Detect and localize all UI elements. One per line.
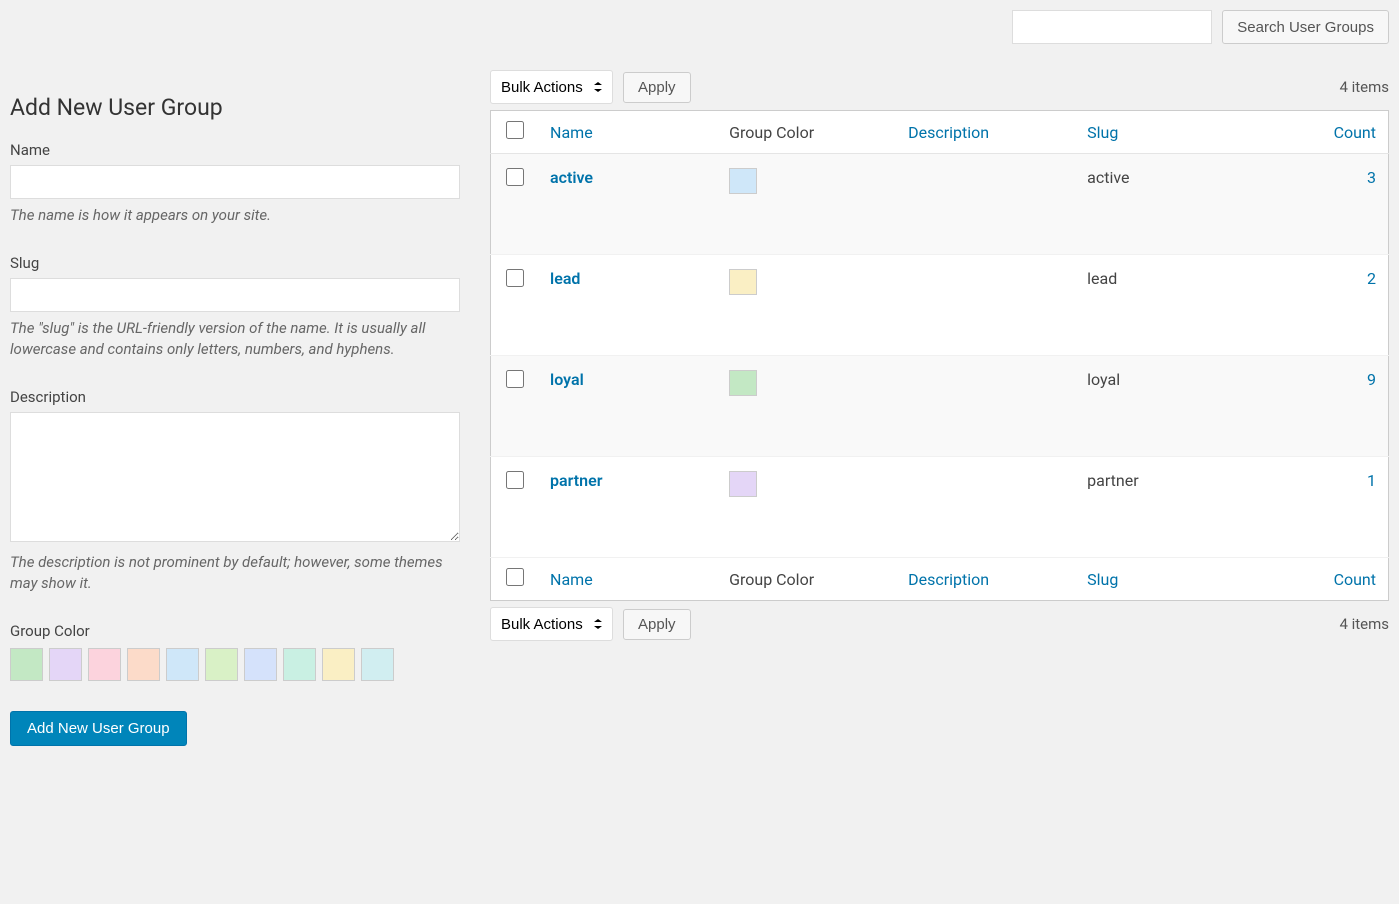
color-swatch[interactable] [283, 648, 316, 681]
column-color-footer: Group Color [717, 558, 896, 601]
slug-input[interactable] [10, 278, 460, 312]
column-count-footer[interactable]: Count [1334, 570, 1376, 589]
bulk-actions-select-top[interactable]: Bulk Actions [490, 70, 613, 104]
row-checkbox[interactable] [506, 471, 524, 489]
table-row: lead lead 2 [491, 255, 1389, 356]
column-color-header: Group Color [717, 111, 896, 154]
apply-button-top[interactable]: Apply [623, 72, 691, 103]
user-groups-table: Name Group Color Description Slug Count … [490, 110, 1389, 601]
row-checkbox[interactable] [506, 269, 524, 287]
row-checkbox[interactable] [506, 370, 524, 388]
row-slug: partner [1075, 457, 1276, 558]
table-row: active active 3 [491, 154, 1389, 255]
add-user-group-button[interactable]: Add New User Group [10, 711, 187, 746]
column-desc-header[interactable]: Description [908, 123, 989, 142]
name-label: Name [10, 141, 460, 159]
color-swatch[interactable] [127, 648, 160, 681]
row-slug: active [1075, 154, 1276, 255]
color-swatch[interactable] [10, 648, 43, 681]
row-slug: lead [1075, 255, 1276, 356]
row-checkbox[interactable] [506, 168, 524, 186]
column-name-footer[interactable]: Name [550, 570, 593, 589]
color-swatch[interactable] [49, 648, 82, 681]
color-swatch[interactable] [166, 648, 199, 681]
row-description [896, 154, 1075, 255]
description-label: Description [10, 388, 460, 406]
table-row: loyal loyal 9 [491, 356, 1389, 457]
row-description [896, 457, 1075, 558]
group-color-label: Group Color [10, 622, 460, 640]
row-count-link[interactable]: 2 [1367, 269, 1376, 288]
name-input[interactable] [10, 165, 460, 199]
row-count-link[interactable]: 9 [1367, 370, 1376, 389]
apply-button-bottom[interactable]: Apply [623, 609, 691, 640]
color-swatches [10, 648, 460, 681]
column-name-header[interactable]: Name [550, 123, 593, 142]
row-color-swatch [729, 370, 757, 396]
row-color-swatch [729, 269, 757, 295]
color-swatch[interactable] [361, 648, 394, 681]
search-button[interactable]: Search User Groups [1222, 10, 1389, 44]
slug-help: The "slug" is the URL-friendly version o… [10, 318, 460, 360]
row-count-link[interactable]: 1 [1367, 471, 1376, 490]
row-name-link[interactable]: lead [550, 269, 580, 288]
bulk-actions-select-bottom[interactable]: Bulk Actions [490, 607, 613, 641]
row-slug: loyal [1075, 356, 1276, 457]
column-count-header[interactable]: Count [1334, 123, 1376, 142]
table-row: partner partner 1 [491, 457, 1389, 558]
select-all-checkbox-top[interactable] [506, 121, 524, 139]
row-description [896, 255, 1075, 356]
description-help: The description is not prominent by defa… [10, 552, 460, 594]
select-all-checkbox-bottom[interactable] [506, 568, 524, 586]
color-swatch[interactable] [244, 648, 277, 681]
items-count-top: 4 items [1339, 78, 1389, 96]
color-swatch[interactable] [88, 648, 121, 681]
name-help: The name is how it appears on your site. [10, 205, 460, 226]
column-slug-header[interactable]: Slug [1087, 123, 1118, 142]
form-title: Add New User Group [10, 94, 460, 121]
row-count-link[interactable]: 3 [1367, 168, 1376, 187]
color-swatch[interactable] [322, 648, 355, 681]
color-swatch[interactable] [205, 648, 238, 681]
column-desc-footer[interactable]: Description [908, 570, 989, 589]
row-color-swatch [729, 168, 757, 194]
search-input[interactable] [1012, 10, 1212, 44]
row-name-link[interactable]: loyal [550, 370, 584, 389]
column-slug-footer[interactable]: Slug [1087, 570, 1118, 589]
row-color-swatch [729, 471, 757, 497]
items-count-bottom: 4 items [1339, 615, 1389, 633]
slug-label: Slug [10, 254, 460, 272]
row-name-link[interactable]: partner [550, 471, 602, 490]
row-name-link[interactable]: active [550, 168, 593, 187]
description-input[interactable] [10, 412, 460, 542]
row-description [896, 356, 1075, 457]
